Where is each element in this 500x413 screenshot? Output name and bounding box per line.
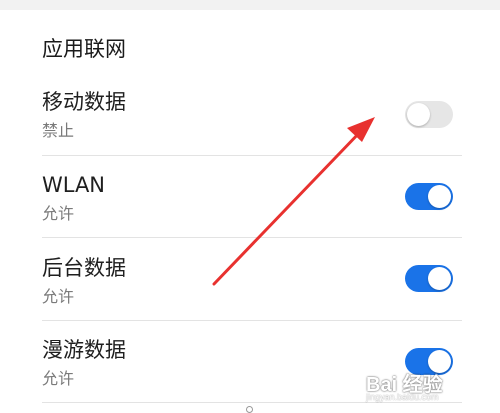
divider — [42, 155, 462, 156]
setting-title: 移动数据 — [42, 90, 126, 114]
setting-title: 漫游数据 — [42, 338, 126, 362]
setting-status: 允许 — [42, 204, 75, 223]
setting-title: 后台数据 — [42, 256, 126, 280]
scroll-indicator — [246, 406, 253, 413]
setting-row-mobile-data[interactable]: 移动数据 禁止 — [0, 88, 500, 168]
section-title: 应用联网 — [42, 37, 126, 61]
toggle-knob — [428, 185, 451, 208]
divider — [42, 237, 462, 238]
mobile-data-toggle[interactable] — [405, 101, 453, 128]
toggle-knob — [428, 267, 451, 290]
toggle-knob — [407, 103, 430, 126]
baidu-jingyan-watermark: Bai 经验 jingyan.baidu.com — [366, 366, 496, 406]
top-strip — [0, 0, 500, 10]
setting-status: 允许 — [42, 287, 75, 306]
setting-status: 禁止 — [42, 121, 75, 140]
setting-title: WLAN — [42, 173, 106, 197]
wlan-toggle[interactable] — [405, 183, 453, 210]
setting-status: 允许 — [42, 369, 75, 388]
app-network-settings-page: 应用联网 移动数据 禁止 WLAN 允许 后台数据 允许 漫游数据 允许 Bai — [0, 0, 500, 413]
watermark-url: jingyan.baidu.com — [366, 392, 439, 402]
background-data-toggle[interactable] — [405, 265, 453, 292]
divider — [42, 320, 462, 321]
